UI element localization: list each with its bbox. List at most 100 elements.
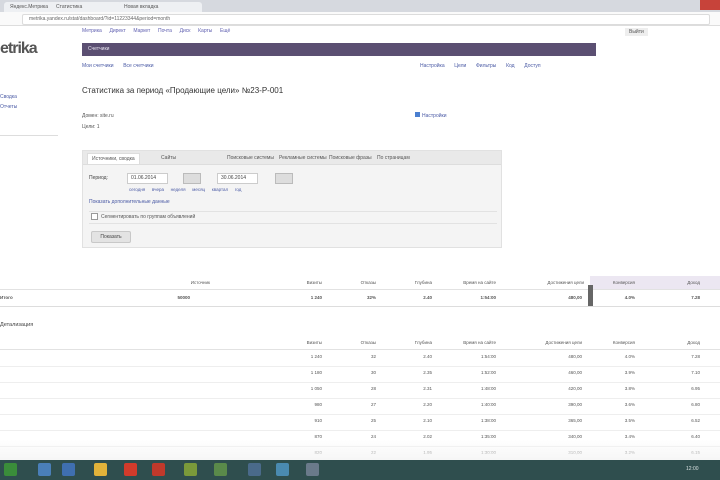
date-to-input[interactable]: 30.06.2014 (217, 173, 258, 184)
maximize-icon[interactable] (678, 0, 698, 10)
url-input[interactable]: metrika.yandex.ru/stat/dashboard/?id=112… (22, 14, 710, 25)
top-nav-item[interactable]: Маркет (133, 28, 150, 34)
tab-ad-systems[interactable]: Рекламные системы (275, 153, 331, 163)
table-cell: 32 (370, 354, 376, 359)
table-row[interactable]: 1 240 32 2.40 1:54:00 480,00 4.0% 7.28 (0, 350, 720, 367)
table-row[interactable]: 1 050 28 2.31 1:48:00 420,00 3.8% 6.95 (0, 382, 720, 399)
word-icon[interactable] (62, 463, 75, 476)
tab-by-pages[interactable]: По страницам (373, 153, 414, 163)
explorer-icon[interactable] (38, 463, 51, 476)
top-nav-item[interactable]: Директ (109, 28, 125, 34)
table-row[interactable]: 980 27 2.20 1:40:00 390,00 3.6% 6.80 (0, 398, 720, 415)
table-cell: 2.40 (423, 354, 432, 359)
quick-link[interactable]: неделя (171, 187, 186, 192)
column-header[interactable]: Время на сайте (440, 280, 496, 285)
table-row[interactable]: 1 180 30 2.35 1:52:00 460,00 3.9% 7.10 (0, 366, 720, 383)
browser-tab[interactable]: Новая вкладка (118, 2, 202, 12)
table-cell: 3.9% (624, 370, 635, 375)
chrome-icon[interactable] (94, 463, 107, 476)
column-header[interactable]: Достижения цели (532, 340, 582, 345)
column-header[interactable]: Доход (650, 340, 700, 345)
subnav-link[interactable]: Фильтры (476, 63, 496, 69)
sidebar-item[interactable]: Сводка (0, 94, 17, 100)
app-icon[interactable] (306, 463, 319, 476)
table-cell: 3.5% (624, 418, 635, 423)
column-header[interactable]: Глубина (382, 340, 432, 345)
quick-link[interactable]: вчера (152, 187, 164, 192)
sidebar-item[interactable]: Отчеты (0, 104, 17, 110)
browser-tab[interactable]: Статистика (50, 2, 122, 12)
table-cell: 2.35 (423, 370, 432, 375)
browser-tab[interactable]: Яндекс.Метрика (4, 2, 56, 12)
top-nav-item[interactable]: Карты (198, 28, 212, 34)
skype-icon[interactable] (276, 463, 289, 476)
table-cell: 6.40 (691, 434, 700, 439)
app-icon[interactable] (248, 463, 261, 476)
column-header[interactable]: Отказы (326, 340, 376, 345)
table-cell: 6.95 (691, 386, 700, 391)
top-nav-item[interactable]: Почта (158, 28, 172, 34)
subnav-link[interactable]: Настройка (420, 63, 445, 69)
subnav-link[interactable]: Доступ (524, 63, 540, 69)
column-header[interactable]: Глубина (382, 280, 432, 285)
opera-icon[interactable] (124, 463, 137, 476)
quick-link[interactable]: месяц (192, 187, 205, 192)
subnav-link[interactable]: Мои счетчики (82, 63, 114, 69)
table-cell: 1:48:00 (480, 386, 496, 391)
total-cell: 480,00 (568, 295, 582, 300)
column-header[interactable]: Визиты (272, 340, 322, 345)
top-nav-item[interactable]: Ещё (220, 28, 230, 34)
column-header[interactable]: Время на сайте (446, 340, 496, 345)
table-cell: 6.52 (691, 418, 700, 423)
segment-checkbox-row[interactable]: Сегментировать по группам объявлений (89, 211, 497, 224)
calendar-icon[interactable] (275, 173, 293, 184)
column-header[interactable]: Доход (650, 280, 700, 285)
divider (0, 306, 720, 307)
sidebar: Сводка Отчеты (0, 94, 17, 114)
media-icon[interactable] (152, 463, 165, 476)
table-cell: 1 180 (310, 370, 322, 375)
calendar-icon[interactable] (183, 173, 201, 184)
minimize-icon[interactable] (656, 0, 676, 10)
settings-link[interactable]: Настройки (415, 112, 447, 119)
top-nav-item[interactable]: Диск (180, 28, 191, 34)
quick-link[interactable]: квартал (212, 187, 228, 192)
table-cell: 365,00 (568, 418, 582, 423)
column-header[interactable]: Отказы (326, 280, 376, 285)
app-icon[interactable] (214, 463, 227, 476)
table-cell: 1 240 (310, 354, 322, 359)
table-cell: 27 (370, 402, 376, 407)
start-icon[interactable] (4, 463, 17, 476)
section-header-label: Счетчики (88, 46, 110, 52)
column-header[interactable]: Визиты (272, 280, 322, 285)
quick-link[interactable]: год (235, 187, 242, 192)
meta-domain: Домен: site.ru (82, 113, 114, 119)
logout-link[interactable]: Выйти (625, 28, 648, 36)
period-quick-links: сегодня вчера неделя месяц квартал год (129, 187, 246, 193)
column-header[interactable]: Источник (148, 280, 210, 285)
close-icon[interactable] (700, 0, 720, 10)
subnav-link[interactable]: Цели (454, 63, 466, 69)
app-icon[interactable] (184, 463, 197, 476)
subnav-link[interactable]: Код (506, 63, 515, 69)
extra-data-link[interactable]: Показать дополнительные данные (89, 199, 170, 205)
section-header-bar: Счетчики (82, 43, 596, 56)
table-row[interactable]: 910 25 2.10 1:38:00 365,00 3.5% 6.52 (0, 414, 720, 431)
apply-button[interactable]: Показать (91, 231, 131, 243)
checkbox[interactable] (91, 213, 98, 221)
top-nav-item[interactable]: Метрика (82, 28, 102, 34)
settings-link-label: Настройки (422, 113, 447, 119)
tab-search-engines[interactable]: Поисковые системы (223, 153, 278, 163)
quick-link[interactable]: сегодня (129, 187, 145, 192)
tab-sources-summary[interactable]: Источники, сводка (87, 153, 140, 164)
table-cell: 460,00 (568, 370, 582, 375)
tab-sites[interactable]: Сайты (157, 153, 180, 163)
tab-search-phrases[interactable]: Поисковые фразы (325, 153, 376, 163)
column-resize-handle[interactable] (588, 285, 593, 307)
column-header[interactable]: Конверсия (585, 340, 635, 345)
column-header[interactable]: Достижения цели (520, 280, 584, 285)
subnav-link[interactable]: Все счетчики (123, 63, 153, 69)
date-from-input[interactable]: 01.06.2014 (127, 173, 168, 184)
site-logo[interactable]: etrika (0, 40, 38, 58)
sidebar-divider (0, 135, 58, 136)
